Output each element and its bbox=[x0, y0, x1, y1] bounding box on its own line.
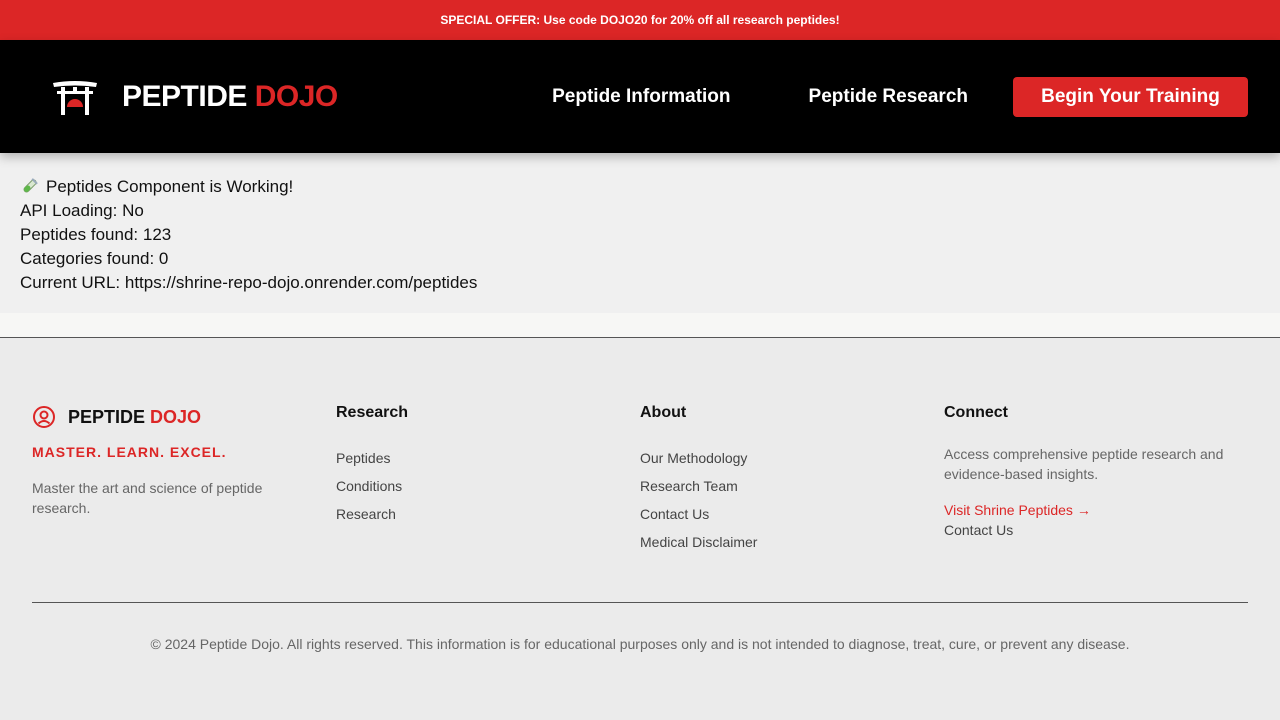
promo-banner: SPECIAL OFFER: Use code DOJO20 for 20% o… bbox=[0, 0, 1280, 40]
footer-link-conditions[interactable]: Conditions bbox=[336, 472, 640, 500]
test-tube-icon bbox=[23, 178, 38, 193]
footer-brand-primary: PEPTIDE bbox=[68, 406, 146, 427]
brand-name: PEPTIDE DOJO bbox=[122, 80, 338, 114]
categories-found-text: Categories found: 0 bbox=[20, 249, 169, 268]
footer-connect-column: Connect Access comprehensive peptide res… bbox=[944, 404, 1248, 556]
footer-brand-name: PEPTIDE DOJO bbox=[68, 407, 201, 428]
footer-connect-text: Access comprehensive peptide research an… bbox=[944, 446, 1224, 482]
footer-brand: PEPTIDE DOJO bbox=[32, 404, 336, 430]
footer-about-column: About Our Methodology Research Team Cont… bbox=[640, 404, 944, 556]
footer-link-research[interactable]: Research bbox=[336, 500, 640, 528]
footer: PEPTIDE DOJO MASTER. LEARN. EXCEL. Maste… bbox=[0, 338, 1280, 720]
footer-about-heading: About bbox=[640, 404, 687, 421]
visit-shrine-peptides-link[interactable]: Visit Shrine Peptides → bbox=[944, 500, 1248, 520]
footer-link-research-team[interactable]: Research Team bbox=[640, 472, 944, 500]
footer-link-methodology[interactable]: Our Methodology bbox=[640, 444, 944, 472]
nav-peptide-research[interactable]: Peptide Research bbox=[809, 86, 968, 108]
peptides-found-text: Peptides found: 123 bbox=[20, 225, 172, 244]
top-navbar: PEPTIDE DOJO Peptide Information Peptide… bbox=[0, 40, 1280, 153]
footer-connect-contact-link[interactable]: Contact Us bbox=[944, 520, 1248, 540]
current-url-text: Current URL: https://shrine-repo-dojo.on… bbox=[20, 273, 478, 292]
footer-research-column: Research Peptides Conditions Research bbox=[336, 404, 640, 556]
footer-link-disclaimer[interactable]: Medical Disclaimer bbox=[640, 528, 944, 556]
brand-primary: PEPTIDE bbox=[122, 79, 247, 113]
status-heading-line: Peptides Component is Working! bbox=[20, 175, 1260, 199]
brand-accent: DOJO bbox=[254, 79, 339, 113]
footer-connect-heading: Connect bbox=[944, 404, 1008, 421]
torii-gate-icon bbox=[53, 80, 97, 115]
footer-brand-column: PEPTIDE DOJO MASTER. LEARN. EXCEL. Maste… bbox=[32, 404, 336, 556]
nav-peptide-information[interactable]: Peptide Information bbox=[552, 86, 730, 108]
nav-links: Peptide Information Peptide Research Beg… bbox=[552, 76, 1248, 117]
footer-divider bbox=[32, 602, 1248, 603]
status-heading: Peptides Component is Working! bbox=[46, 177, 294, 196]
footer-research-heading: Research bbox=[336, 404, 409, 421]
footer-link-peptides[interactable]: Peptides bbox=[336, 444, 640, 472]
api-loading-text: API Loading: No bbox=[20, 201, 144, 220]
begin-training-button[interactable]: Begin Your Training bbox=[1013, 76, 1248, 117]
status-panel: Peptides Component is Working! API Loadi… bbox=[0, 153, 1280, 313]
brand-logo-link[interactable]: PEPTIDE DOJO bbox=[52, 79, 338, 115]
footer-description: Master the art and science of peptide re… bbox=[32, 480, 263, 516]
footer-brand-accent: DOJO bbox=[150, 406, 202, 427]
promo-text: SPECIAL OFFER: Use code DOJO20 for 20% o… bbox=[440, 13, 840, 27]
footer-columns: PEPTIDE DOJO MASTER. LEARN. EXCEL. Maste… bbox=[32, 404, 1248, 556]
section-divider bbox=[0, 313, 1280, 338]
footer-link-contact[interactable]: Contact Us bbox=[640, 500, 944, 528]
footer-tagline: MASTER. LEARN. EXCEL. bbox=[32, 444, 227, 460]
user-circle-icon bbox=[33, 406, 55, 428]
copyright-text: © 2024 Peptide Dojo. All rights reserved… bbox=[150, 636, 1130, 652]
